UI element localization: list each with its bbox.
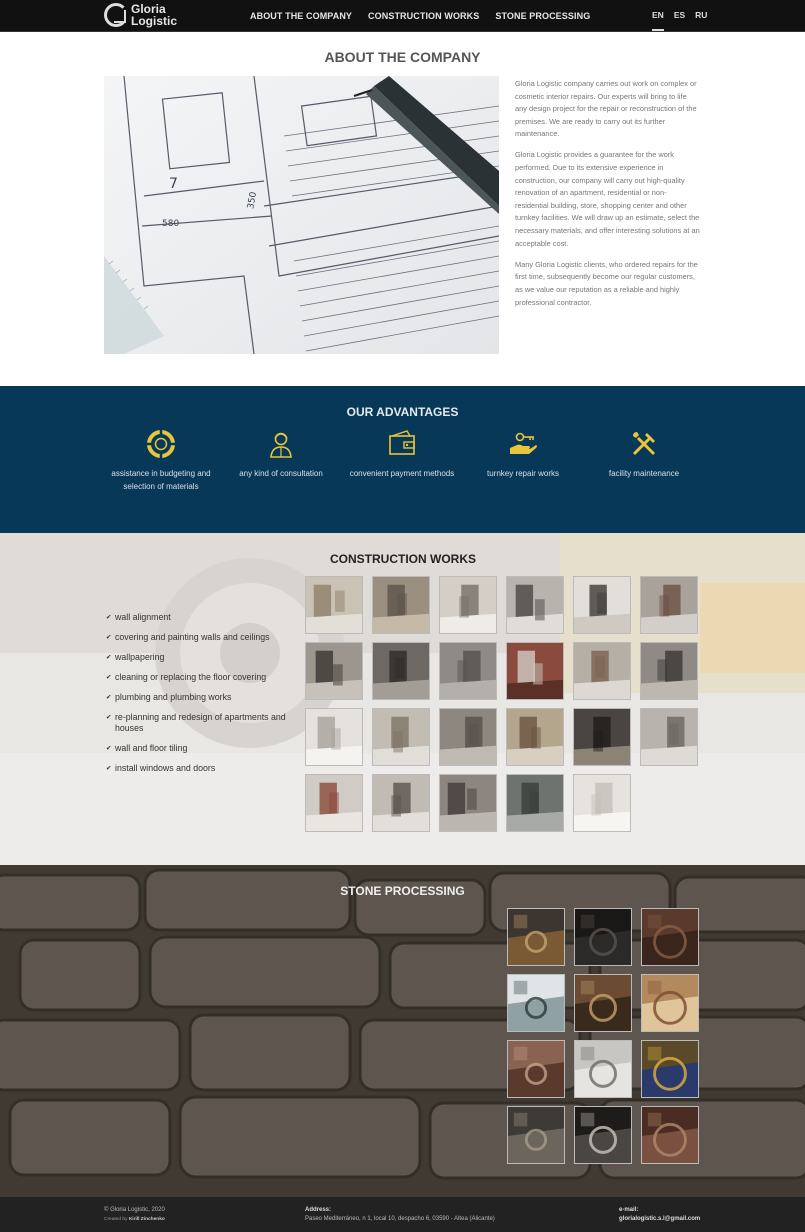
advantage-label: assistance in budgeting and selection of…	[111, 469, 211, 491]
stone-title: STONE PROCESSING	[340, 884, 465, 898]
lifebuoy-icon	[147, 430, 175, 458]
lang-ru[interactable]: RU	[695, 0, 707, 32]
credit-prefix: Created by	[104, 1217, 128, 1222]
advantage-maintenance: facility maintenance	[590, 429, 698, 480]
stone-section: STONE PROCESSING	[0, 865, 805, 1197]
construction-photo[interactable]	[573, 576, 631, 634]
about-title: ABOUT THE COMPANY	[324, 49, 481, 65]
service-item: install windows and doors	[106, 763, 291, 774]
advantages-section: OUR ADVANTAGES assistance in budgeting a…	[0, 386, 805, 533]
construction-photo[interactable]	[506, 576, 564, 634]
lang-en[interactable]: EN	[652, 0, 664, 32]
stone-photo[interactable]	[574, 908, 632, 966]
construction-photo[interactable]	[640, 708, 698, 766]
advantage-consultation: any kind of consultation	[227, 429, 335, 480]
construction-photo[interactable]	[573, 708, 631, 766]
consultant-icon	[270, 432, 292, 458]
advantage-budgeting: assistance in budgeting and selection of…	[107, 429, 215, 493]
advantage-turnkey: turnkey repair works	[469, 429, 577, 480]
stone-photo[interactable]	[574, 1040, 632, 1098]
logo-icon	[104, 3, 128, 27]
tools-icon	[632, 432, 656, 456]
service-item: wall alignment	[106, 612, 291, 623]
construction-photo[interactable]	[506, 708, 564, 766]
hand-key-icon	[510, 432, 537, 454]
about-text: Gloria Logistic company carries out work…	[515, 78, 700, 318]
construction-photo[interactable]	[439, 774, 497, 832]
stone-photo[interactable]	[641, 974, 699, 1032]
service-item: re-planning and redesign of apartments a…	[106, 712, 291, 734]
construction-photo[interactable]	[305, 708, 363, 766]
about-paragraph-2: Gloria Logistic provides a guarantee for…	[515, 150, 700, 248]
construction-photo[interactable]	[506, 642, 564, 700]
stone-photo[interactable]	[507, 974, 565, 1032]
construction-photo[interactable]	[506, 774, 564, 832]
about-paragraph-3: Many Gloria Logistic clients, who ordere…	[515, 259, 698, 307]
lang-es[interactable]: ES	[674, 0, 685, 32]
stone-photo[interactable]	[574, 1106, 632, 1164]
language-switcher: EN ES RU	[652, 0, 717, 32]
wallet-icon	[389, 430, 415, 455]
construction-photo[interactable]	[640, 576, 698, 634]
construction-photo[interactable]	[573, 774, 631, 832]
nav-stone[interactable]: STONE PROCESSING	[495, 11, 590, 21]
construction-photo[interactable]	[372, 642, 430, 700]
construction-photo[interactable]	[372, 708, 430, 766]
footer: © Gloria Logistic, 2020 Created by Kiril…	[0, 1197, 805, 1232]
construction-photo[interactable]	[305, 642, 363, 700]
address-text: Paseo Mediterráneo, n 1, local 10, despa…	[305, 1216, 495, 1222]
email-label: e-mail:	[619, 1207, 639, 1213]
service-item: cleaning or replacing the floor covering	[106, 672, 291, 683]
service-item: wall and floor tiling	[106, 743, 291, 754]
email-link[interactable]: glorialogistic.s.l@gmail.com	[619, 1215, 700, 1224]
stone-photo[interactable]	[641, 908, 699, 966]
service-item: covering and painting walls and ceilings	[106, 632, 291, 643]
advantage-label: turnkey repair works	[486, 469, 560, 478]
address-label: Address:	[305, 1207, 332, 1213]
stone-photo[interactable]	[641, 1040, 699, 1098]
advantage-payment: convenient payment methods	[348, 429, 456, 480]
construction-photo[interactable]	[305, 774, 363, 832]
services-list: wall alignment covering and painting wal…	[106, 612, 291, 783]
advantage-label: facility maintenance	[608, 469, 680, 478]
construction-section: CONSTRUCTION WORKS wall alignment coveri…	[0, 533, 805, 865]
construction-photo[interactable]	[640, 642, 698, 700]
construction-photo[interactable]	[439, 576, 497, 634]
main-nav: ABOUT THE COMPANY CONSTRUCTION WORKS STO…	[250, 0, 606, 32]
svg-text:7: 7	[169, 176, 178, 192]
service-item: plumbing and plumbing works	[106, 692, 291, 703]
construction-photo[interactable]	[573, 642, 631, 700]
credit-name[interactable]: Kirill Zinchenko	[129, 1217, 165, 1222]
nav-about[interactable]: ABOUT THE COMPANY	[250, 11, 352, 21]
construction-photo[interactable]	[439, 642, 497, 700]
advantage-label: any kind of consultation	[239, 469, 323, 478]
stone-photo[interactable]	[574, 974, 632, 1032]
construction-photo[interactable]	[439, 708, 497, 766]
construction-photo[interactable]	[372, 774, 430, 832]
stone-photo[interactable]	[507, 1040, 565, 1098]
credit-text: Created by Kirill Zinchenko	[104, 1215, 165, 1224]
construction-photo[interactable]	[372, 576, 430, 634]
blueprint-image: 7 580 350	[104, 76, 499, 354]
logo[interactable]: Gloria Logistic	[104, 3, 177, 27]
logo-line-2: Logistic	[131, 14, 178, 28]
service-item: wallpapering	[106, 652, 291, 663]
copyright-text: © Gloria Logistic, 2020	[104, 1207, 165, 1213]
svg-text:580: 580	[162, 219, 179, 229]
stone-photo[interactable]	[641, 1106, 699, 1164]
stone-photo[interactable]	[507, 1106, 565, 1164]
about-paragraph-1: Gloria Logistic company carries out work…	[515, 79, 697, 139]
advantage-label: convenient payment methods	[349, 469, 455, 478]
construction-title: CONSTRUCTION WORKS	[330, 552, 476, 566]
construction-photo[interactable]	[305, 576, 363, 634]
top-navbar: Gloria Logistic ABOUT THE COMPANY CONSTR…	[0, 0, 805, 32]
advantages-title: OUR ADVANTAGES	[346, 405, 459, 419]
nav-construction[interactable]: CONSTRUCTION WORKS	[368, 11, 479, 21]
stone-photo[interactable]	[507, 908, 565, 966]
